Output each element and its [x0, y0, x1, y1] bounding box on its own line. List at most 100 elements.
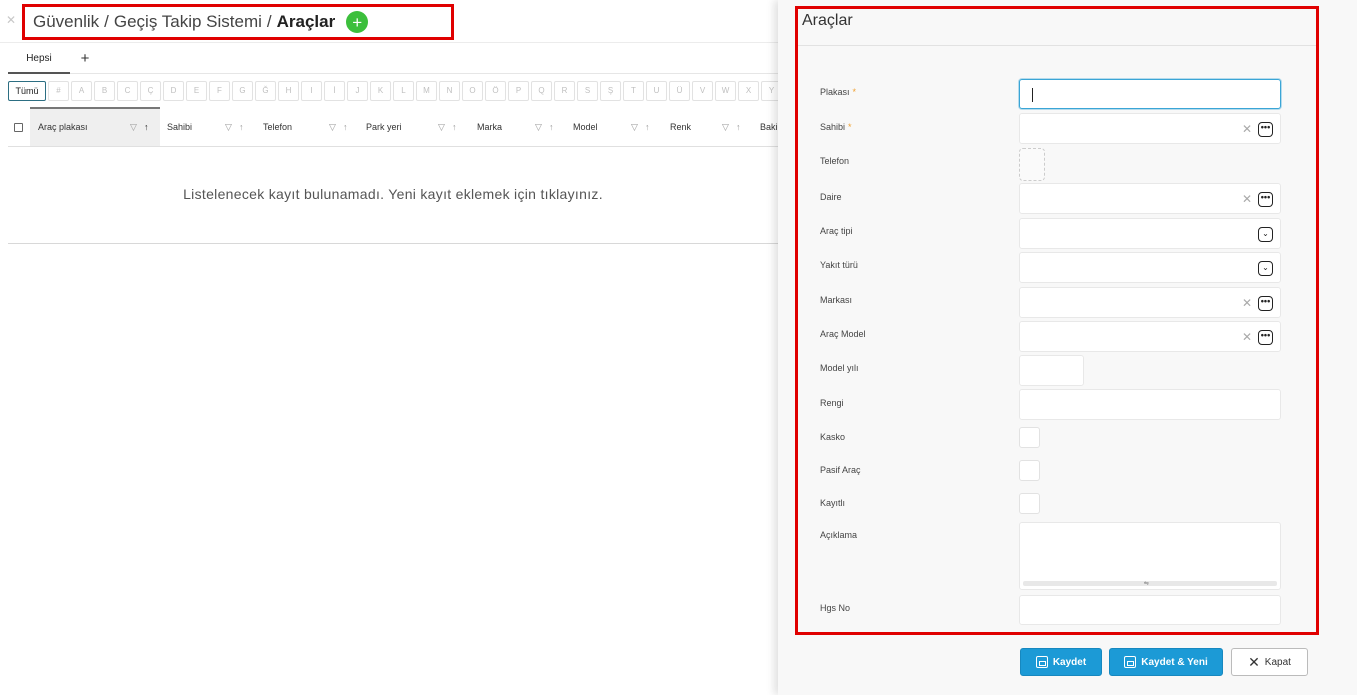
empty-state-message[interactable]: Listelenecek kayıt bulunamadı. Yeni kayı…: [8, 186, 778, 202]
save-icon: [1035, 656, 1048, 668]
filter-icon[interactable]: ▽: [438, 107, 445, 146]
column-label: Marka: [477, 122, 503, 132]
alphabet-letter[interactable]: C: [117, 81, 138, 101]
resize-handle-icon[interactable]: ⇋: [1144, 581, 1149, 587]
pasif-arac-checkbox[interactable]: [1019, 460, 1040, 481]
column-renk[interactable]: Renk ▽ ↑: [670, 107, 760, 146]
sort-arrow-icon[interactable]: ↑: [452, 107, 457, 146]
alphabet-letter[interactable]: U: [646, 81, 667, 101]
pin-icon[interactable]: ✕: [6, 13, 18, 27]
alphabet-letter[interactable]: O: [462, 81, 483, 101]
alphabet-letter[interactable]: P: [508, 81, 529, 101]
rengi-input[interactable]: [1019, 389, 1281, 420]
arac-model-label: Araç Model: [820, 329, 866, 339]
save-button-label: Kaydet: [1052, 656, 1087, 668]
hgs-no-input[interactable]: [1019, 595, 1281, 625]
chevron-down-icon[interactable]: ⌄: [1258, 227, 1273, 242]
alphabet-letter[interactable]: X: [738, 81, 759, 101]
alphabet-letter[interactable]: I: [301, 81, 322, 101]
alphabet-letter[interactable]: K: [370, 81, 391, 101]
hgs-no-label: Hgs No: [820, 603, 851, 613]
alphabet-letter[interactable]: Ç: [140, 81, 161, 101]
sort-arrow-icon[interactable]: ↑: [343, 107, 348, 146]
alphabet-letter[interactable]: Ğ: [255, 81, 276, 101]
alphabet-letter[interactable]: N: [439, 81, 460, 101]
kasko-checkbox[interactable]: [1019, 427, 1040, 448]
breadcrumb-item-guvenlik[interactable]: Güvenlik: [33, 12, 99, 31]
sort-arrow-icon[interactable]: ↑: [645, 107, 650, 146]
yakit-turu-select[interactable]: ⌄: [1019, 252, 1281, 283]
sahibi-lookup[interactable]: ✕ •••: [1019, 113, 1281, 144]
daire-lookup[interactable]: ✕ •••: [1019, 183, 1281, 214]
alphabet-letter[interactable]: F: [209, 81, 230, 101]
kayitli-checkbox[interactable]: [1019, 493, 1040, 514]
alphabet-letter[interactable]: Ö: [485, 81, 506, 101]
save-and-new-button[interactable]: Kaydet & Yeni: [1109, 648, 1223, 676]
clear-icon[interactable]: ✕: [1242, 192, 1252, 206]
sort-arrow-icon[interactable]: ↑: [239, 107, 244, 146]
textarea-scrollbar[interactable]: [1023, 581, 1277, 586]
filter-icon[interactable]: ▽: [535, 107, 542, 146]
model-yili-input[interactable]: [1019, 355, 1084, 386]
close-button[interactable]: ✕ Kapat: [1231, 648, 1308, 676]
aciklama-textarea[interactable]: ⇋: [1019, 522, 1281, 590]
sort-arrow-icon[interactable]: ↑: [736, 107, 741, 146]
more-options-icon[interactable]: •••: [1258, 192, 1273, 207]
more-options-icon[interactable]: •••: [1258, 296, 1273, 311]
column-park-yeri[interactable]: Park yeri ▽ ↑: [366, 107, 466, 146]
alphabet-letter[interactable]: B: [94, 81, 115, 101]
alphabet-letter[interactable]: E: [186, 81, 207, 101]
column-baki[interactable]: Baki: [760, 107, 778, 146]
save-button[interactable]: Kaydet: [1020, 648, 1102, 676]
telefon-input[interactable]: [1019, 148, 1045, 181]
grid-header: Araç plakası ▽ ↑ Sahibi ▽ ↑ Telefon ▽ ↑ …: [8, 107, 778, 147]
clear-icon[interactable]: ✕: [1242, 122, 1252, 136]
select-all-checkbox[interactable]: [14, 123, 23, 132]
clear-icon[interactable]: ✕: [1242, 330, 1252, 344]
alphabet-letter[interactable]: S: [577, 81, 598, 101]
column-telefon[interactable]: Telefon ▽ ↑: [263, 107, 358, 146]
alphabet-letter[interactable]: R: [554, 81, 575, 101]
alphabet-letter[interactable]: T: [623, 81, 644, 101]
alphabet-letter[interactable]: Ş: [600, 81, 621, 101]
alphabet-letter[interactable]: G: [232, 81, 253, 101]
sort-arrow-icon[interactable]: ↑: [549, 107, 554, 146]
alphabet-letter[interactable]: Ü: [669, 81, 690, 101]
sort-arrow-icon[interactable]: ↑: [144, 109, 149, 145]
filter-icon[interactable]: ▽: [722, 107, 729, 146]
add-record-button[interactable]: +: [346, 11, 369, 33]
filter-icon[interactable]: ▽: [329, 107, 336, 146]
column-model[interactable]: Model ▽ ↑: [573, 107, 663, 146]
filter-icon[interactable]: ▽: [225, 107, 232, 146]
alphabet-letter[interactable]: A: [71, 81, 92, 101]
alphabet-letter[interactable]: #: [48, 81, 69, 101]
text-caret: [1032, 88, 1033, 102]
plakasi-input[interactable]: [1019, 79, 1281, 109]
column-marka[interactable]: Marka ▽ ↑: [477, 107, 567, 146]
alphabet-letter[interactable]: D: [163, 81, 184, 101]
kayitli-label: Kayıtlı: [820, 498, 846, 508]
alphabet-letter[interactable]: İ: [324, 81, 345, 101]
alphabet-all[interactable]: Tümü: [8, 81, 46, 101]
alphabet-letter[interactable]: Q: [531, 81, 552, 101]
more-options-icon[interactable]: •••: [1258, 122, 1273, 137]
alphabet-letter[interactable]: J: [347, 81, 368, 101]
more-options-icon[interactable]: •••: [1258, 330, 1273, 345]
alphabet-letter[interactable]: H: [278, 81, 299, 101]
arac-model-lookup[interactable]: ✕ •••: [1019, 321, 1281, 352]
add-tab-button[interactable]: +: [78, 48, 92, 72]
alphabet-letter[interactable]: L: [393, 81, 414, 101]
filter-icon[interactable]: ▽: [631, 107, 638, 146]
chevron-down-icon[interactable]: ⌄: [1258, 261, 1273, 276]
column-sahibi[interactable]: Sahibi ▽ ↑: [167, 107, 257, 146]
alphabet-letter[interactable]: W: [715, 81, 736, 101]
filter-icon[interactable]: ▽: [130, 109, 137, 145]
alphabet-letter[interactable]: M: [416, 81, 437, 101]
tab-hepsi[interactable]: Hepsi: [8, 48, 70, 74]
markasi-lookup[interactable]: ✕ •••: [1019, 287, 1281, 318]
clear-icon[interactable]: ✕: [1242, 296, 1252, 310]
arac-tipi-select[interactable]: ⌄: [1019, 218, 1281, 249]
column-arac-plakasi[interactable]: Araç plakası ▽ ↑: [30, 107, 160, 146]
alphabet-letter[interactable]: V: [692, 81, 713, 101]
breadcrumb-item-gecis-takip[interactable]: Geçiş Takip Sistemi: [114, 12, 262, 31]
